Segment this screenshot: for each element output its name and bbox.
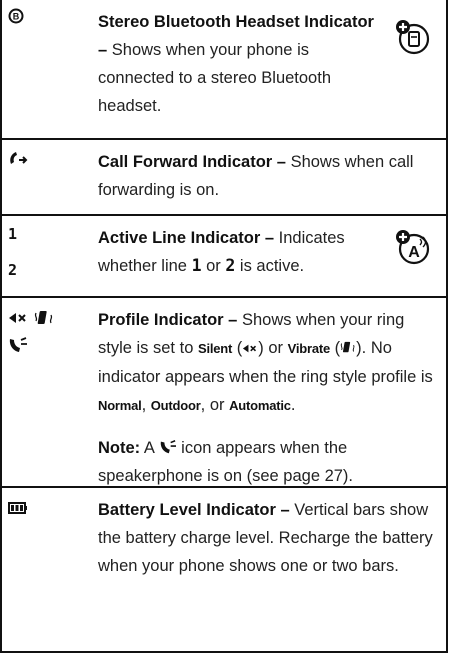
icon-cell (8, 150, 68, 166)
row-description: Shows when your phone is connected to a … (98, 41, 331, 115)
icon-cell: 1 2 (8, 224, 68, 280)
row-content: Battery Level Indicator – Vertical bars … (98, 488, 436, 588)
silent-inline-icon (243, 344, 257, 353)
row-content: Profile Indicator – Shows when your ring… (98, 298, 436, 498)
row-title: Battery Level Indicator – (98, 501, 290, 519)
row-description-or: or (206, 257, 221, 275)
network-feature-icon: A (394, 228, 430, 266)
line-1-label: 1 (191, 256, 202, 275)
row-battery: Battery Level Indicator – Vertical bars … (0, 488, 448, 653)
row-content: Active Line Indicator – Indicates whethe… (98, 216, 386, 288)
svg-text:A: A (408, 244, 420, 261)
row-title: Active Line Indicator – (98, 229, 275, 247)
silent-label: Silent (197, 341, 233, 356)
row-title: Profile Indicator – (98, 311, 238, 329)
line-2-icon: 2 (8, 261, 18, 279)
battery-icon (8, 502, 27, 514)
row-call-forward: Call Forward Indicator – Shows when call… (0, 140, 448, 216)
silent-icon (9, 313, 26, 323)
bluetooth-headset-icon: B (8, 8, 24, 24)
vibrate-label: Vibrate (287, 341, 331, 356)
speakerphone-inline-icon (160, 440, 176, 454)
row-description-or-2: or (209, 396, 225, 414)
row-title: Call Forward Indicator – (98, 153, 286, 171)
row-description-end: is active. (239, 257, 305, 275)
row-profile: Profile Indicator – Shows when your ring… (0, 298, 448, 488)
normal-label: Normal (98, 398, 142, 413)
speakerphone-icon (9, 337, 27, 352)
icon-cell: B (8, 8, 68, 24)
icon-cell (8, 502, 68, 514)
note-label: Note: (98, 439, 141, 457)
row-content: Call Forward Indicator – Shows when call… (98, 140, 436, 212)
vibrate-icon (34, 311, 53, 324)
line-1-icon: 1 (8, 225, 18, 243)
line-2-label: 2 (225, 256, 236, 275)
row-content: Stereo Bluetooth Headset Indicator – Sho… (98, 0, 386, 128)
indicator-table: B Stereo Bluetooth Headset Indicator – S… (0, 0, 448, 653)
outdoor-label: Outdoor (150, 398, 201, 413)
row-description-or: or (268, 339, 284, 357)
svg-text:B: B (13, 12, 20, 22)
row-stereo-bluetooth: B Stereo Bluetooth Headset Indicator – S… (0, 0, 448, 140)
call-forward-icon (10, 152, 28, 164)
icon-cell (8, 310, 68, 354)
automatic-label: Automatic (229, 398, 291, 413)
vibrate-inline-icon (340, 341, 355, 353)
speakerphone-note: Note: A icon appears when the speakerpho… (98, 434, 436, 490)
phone-feature-icon (394, 18, 430, 56)
row-active-line: 1 2 A Active Line Indicator – Indicates … (0, 216, 448, 298)
note-text-a: A (143, 439, 154, 457)
